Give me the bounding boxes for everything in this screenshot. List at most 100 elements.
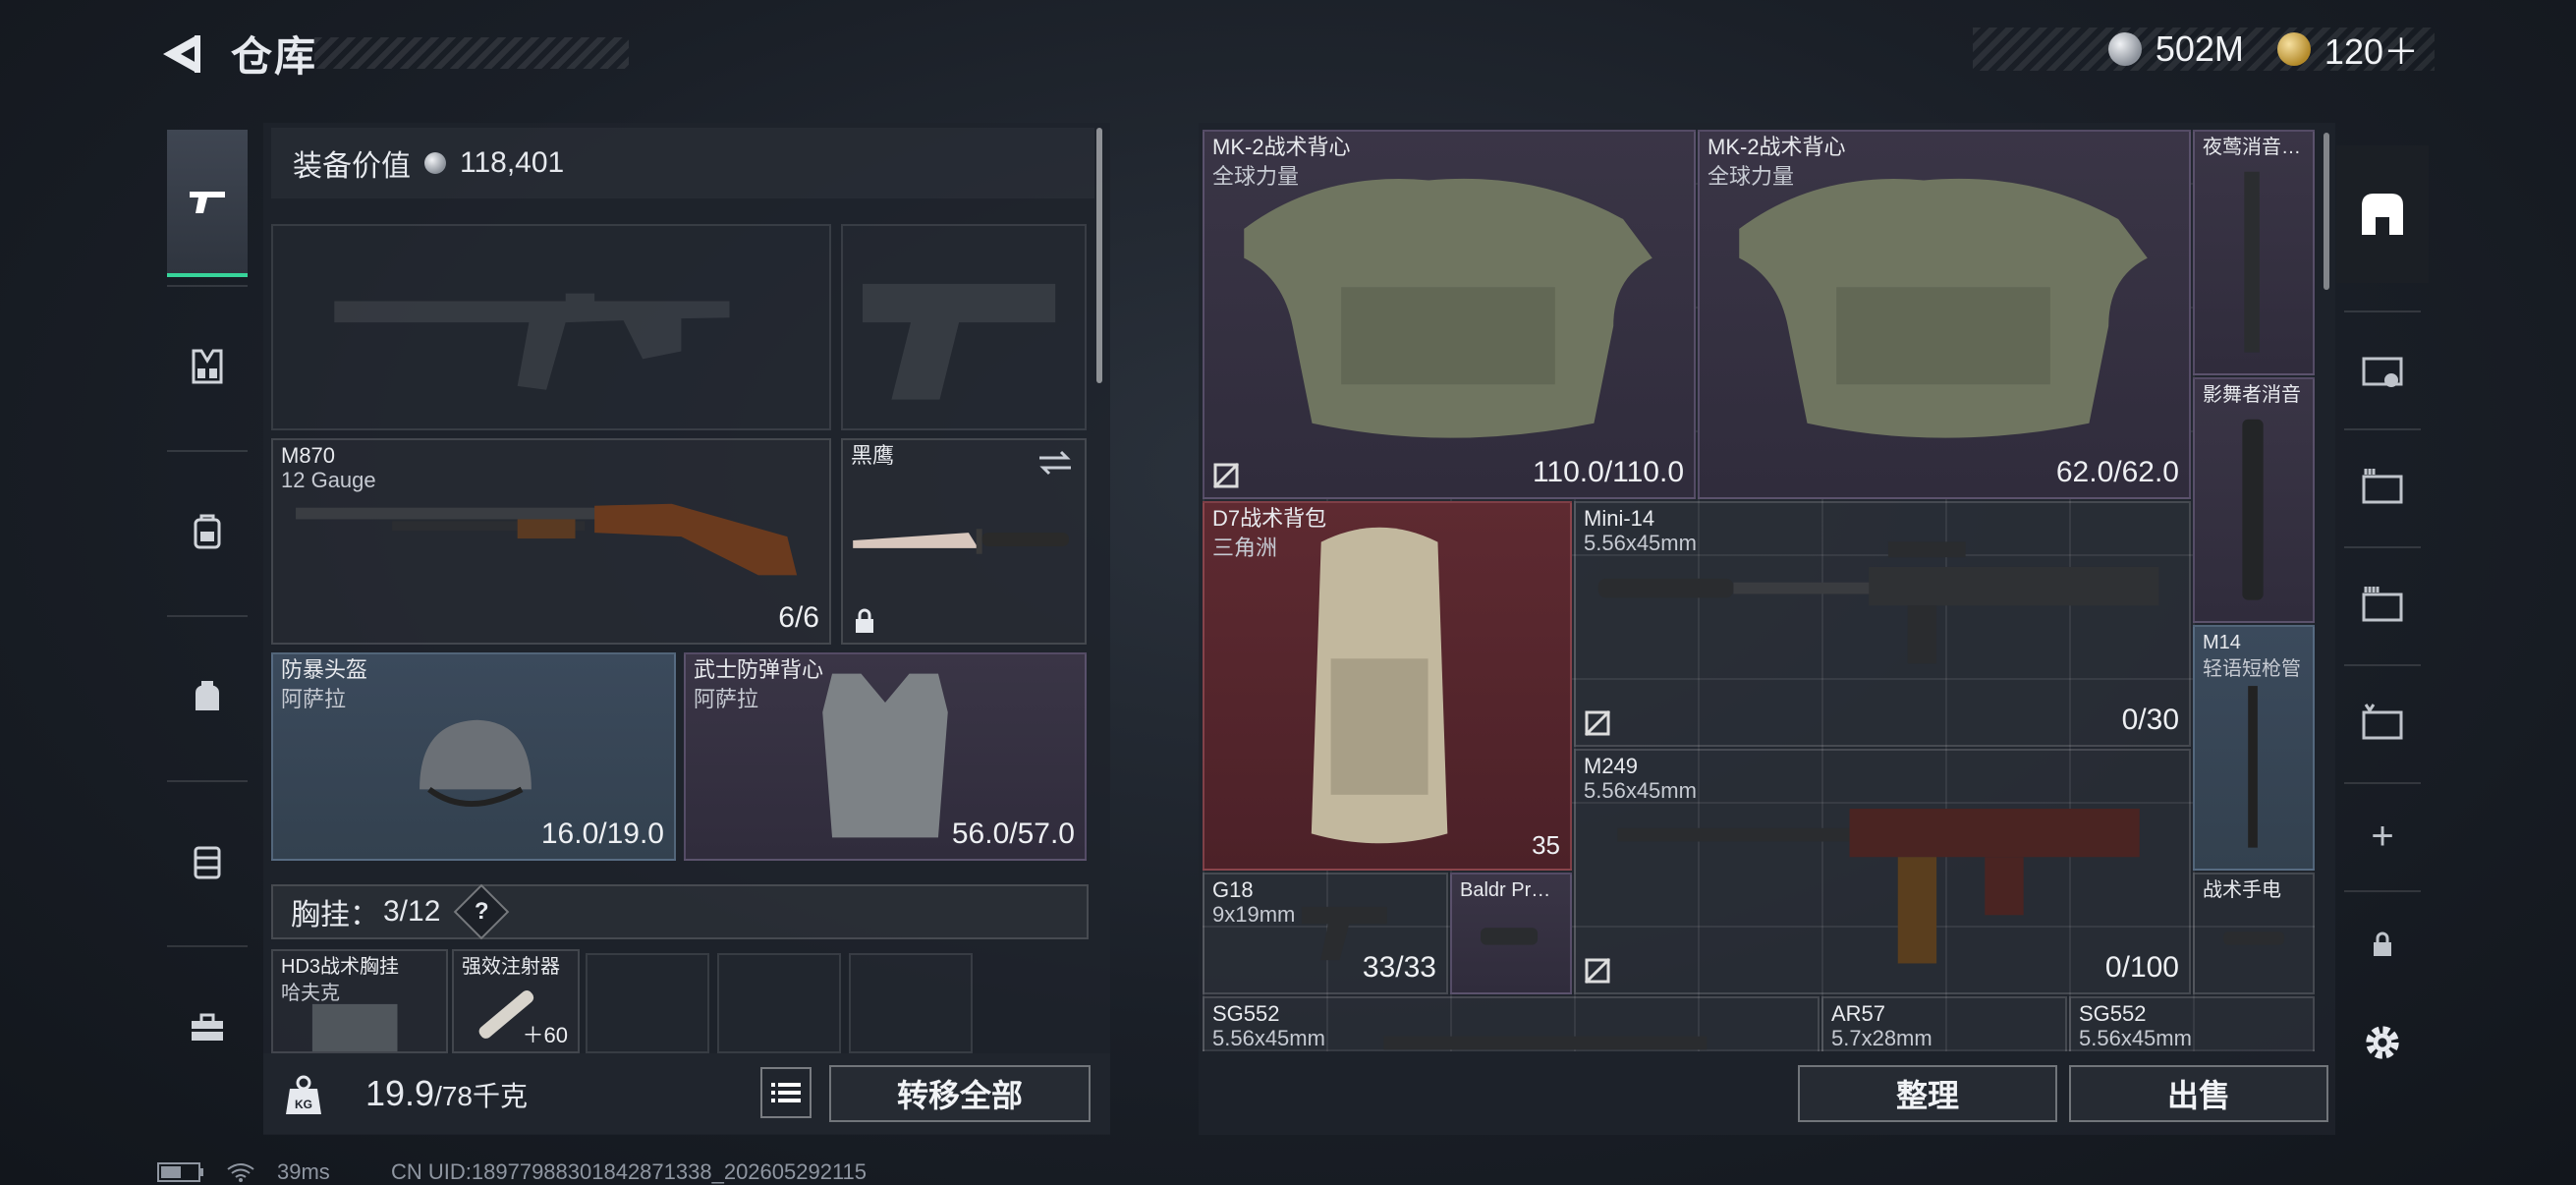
locked-tab[interactable] [2336,900,2429,988]
pistol-silhouette-icon [863,283,1056,400]
no-check-icon [1212,462,1240,489]
nav-backpack[interactable] [167,458,248,605]
nav-container[interactable] [167,788,248,935]
storage-tab-v[interactable] [2336,674,2429,772]
storage-item[interactable]: M14 轻语短枪管 [2193,625,2315,871]
silver-currency-value: 502M [2155,28,2244,69]
item-value: 0/30 [2121,704,2179,736]
page-title: 仓库 [231,33,318,80]
sell-button[interactable]: 出售 [2069,1065,2328,1122]
sort-button[interactable]: 整理 [1798,1065,2057,1122]
add-tab-button[interactable]: + [2336,792,2429,880]
transfer-all-button[interactable]: 转移全部 [829,1065,1091,1122]
armor-durability: 56.0/57.0 [951,818,1075,850]
storage-scrollbar[interactable] [2324,133,2329,290]
nav-divider [167,945,248,947]
list-view-button[interactable] [760,1067,812,1118]
help-text: ? [475,897,489,925]
chest-rig-bar: 胸挂： 3/12 ? [271,883,1089,940]
toolbox-icon [192,1013,223,1041]
help-icon[interactable]: ? [454,883,510,940]
storage-tab-icon [2362,194,2403,235]
backpack-icon [1311,527,1448,844]
storage-tab-main[interactable] [2336,145,2429,283]
storage-tab-3-icon [2362,587,2403,622]
storage-item[interactable]: Mini-14 5.56x45mm 0/30 [1574,501,2191,747]
storage-grid: MK-2战术背心 全球力量 110.0/110.0 MK-2战术背心 全球力量 … [1203,130,2315,1051]
storage-item[interactable]: Baldr Pr… [1450,873,1572,994]
list-icon [771,1083,801,1102]
nav-weapons[interactable] [167,130,248,277]
helmet-slot[interactable]: 防暴头盔 阿萨拉 16.0/19.0 [271,652,676,861]
storage-tab-2-icon [2362,469,2403,504]
wifi-icon [227,1163,254,1182]
storage-tab-v-icon [2362,704,2403,740]
storage-item[interactable]: AR57 5.7x28mm [1821,996,2067,1051]
armor-slot[interactable]: 武士防弹背心 阿萨拉 56.0/57.0 [684,652,1087,861]
settings-button[interactable] [2336,1008,2429,1077]
storage-item[interactable]: MK-2战术背心 全球力量 110.0/110.0 [1203,130,1696,499]
item-sub: 5.56x45mm [2079,1026,2192,1050]
melee-slot[interactable]: 黑鹰 [841,438,1087,645]
tab-divider [2344,428,2421,430]
tab-divider [2344,890,2421,892]
primary-weapon-slot[interactable]: M870 12 Gauge 6/6 [271,438,831,645]
storage-item[interactable]: M249 5.56x45mm 0/100 [1574,749,2191,994]
nav-divider [167,615,248,617]
weight-max: /78千克 [434,1081,529,1111]
nav-toolbox[interactable] [167,953,248,1100]
chest-rig-icon [192,349,223,384]
nav-pouch[interactable] [167,623,248,770]
storage-item[interactable]: G18 9x19mm 33/33 [1203,873,1448,994]
equipment-value-label: 装备价值 [293,150,411,183]
ping-value: 39ms [277,1159,330,1184]
item-name: SG552 [2079,1001,2147,1026]
primary-weapon-slot-empty[interactable] [271,224,831,430]
nav-chest-rig[interactable] [167,293,248,440]
barrel-icon [2248,686,2258,848]
nav-divider [167,285,248,287]
syringe-value: ＋60 [522,1023,568,1047]
weight-text: 19.9/78千克 [365,1073,528,1114]
rig-empty-slot[interactable] [586,953,709,1053]
item-value: 0/100 [2104,951,2179,984]
chest-rig-item[interactable]: HD3战术胸挂 哈夫克 [271,949,448,1053]
item-sub: 5.7x28mm [1831,1026,1932,1050]
rig-empty-slot[interactable] [717,953,841,1053]
weight-icon: KG [280,1071,327,1118]
gold-currency-value[interactable]: 120＋ [2324,24,2419,75]
back-button[interactable] [155,29,204,79]
tactical-vest-icon [1739,178,2148,438]
syringe-item[interactable]: 强效注射器 ＋60 [452,949,580,1053]
equipment-nav [157,116,257,1108]
item-value: 110.0/110.0 [1532,456,1684,488]
status-bar: 39ms [157,1159,330,1185]
storage-item[interactable]: 战术手电 [2193,873,2315,994]
silver-coin-icon [424,152,446,174]
storage-tab-2[interactable] [2336,438,2429,536]
storage-tab-3[interactable] [2336,556,2429,654]
gear-icon [2366,1026,2399,1059]
gold-coin-icon [2276,32,2311,66]
item-value: 62.0/62.0 [2055,456,2179,488]
storage-item[interactable]: 影舞者消音 [2193,377,2315,623]
tactical-vest-icon [1244,178,1652,438]
weight-current: 19.9 [365,1073,435,1113]
tab-divider [2344,310,2421,312]
storage-item[interactable]: 夜莺消音… [2193,130,2315,375]
flashlight-icon [1481,928,1539,945]
flashlight-icon [2223,931,2284,945]
storage-item[interactable]: SG552 5.56x45mm [2069,996,2315,1051]
sidearm-slot-empty[interactable] [841,224,1087,430]
storage-item[interactable]: D7战术背包 三角洲 35 [1203,501,1572,871]
machine-gun-icon [1617,809,2140,964]
equipment-scrollbar[interactable] [1096,128,1102,383]
rifle-icon [1383,1036,1708,1050]
storage-item[interactable]: MK-2战术背心 全球力量 62.0/62.0 [1698,130,2191,499]
storage-item[interactable]: SG552 5.56x45mm [1203,996,1820,1051]
rig-empty-slot[interactable] [849,953,973,1053]
suppressor-icon [2242,419,2264,600]
knife-icon [853,529,1069,554]
storage-tab-1[interactable] [2336,320,2429,419]
back-arrow-icon [163,35,200,73]
